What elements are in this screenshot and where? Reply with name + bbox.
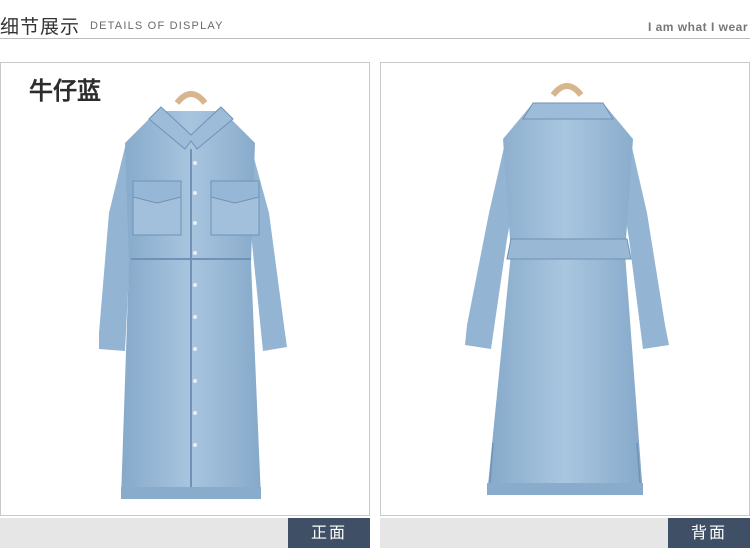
front-view-panel: 牛仔蓝 xyxy=(0,62,370,516)
back-view-panel xyxy=(380,62,750,516)
section-subtitle: DETAILS OF DISPLAY xyxy=(90,20,224,32)
section-title: 细节展示 xyxy=(0,16,81,38)
front-dress-image xyxy=(99,91,287,499)
brand-tagline: I am what I wear xyxy=(647,20,748,34)
back-dress-image xyxy=(465,83,669,496)
header-divider xyxy=(0,38,750,39)
back-caption-label: 背面 xyxy=(668,518,750,548)
front-caption-bar: 正面 xyxy=(0,518,370,548)
back-caption-bar: 背面 xyxy=(380,518,750,548)
front-caption-label: 正面 xyxy=(288,518,370,548)
color-name-label: 牛仔蓝 xyxy=(29,77,101,105)
section-header: 细节展示 DETAILS OF DISPLAY I am what I wear xyxy=(0,0,750,39)
